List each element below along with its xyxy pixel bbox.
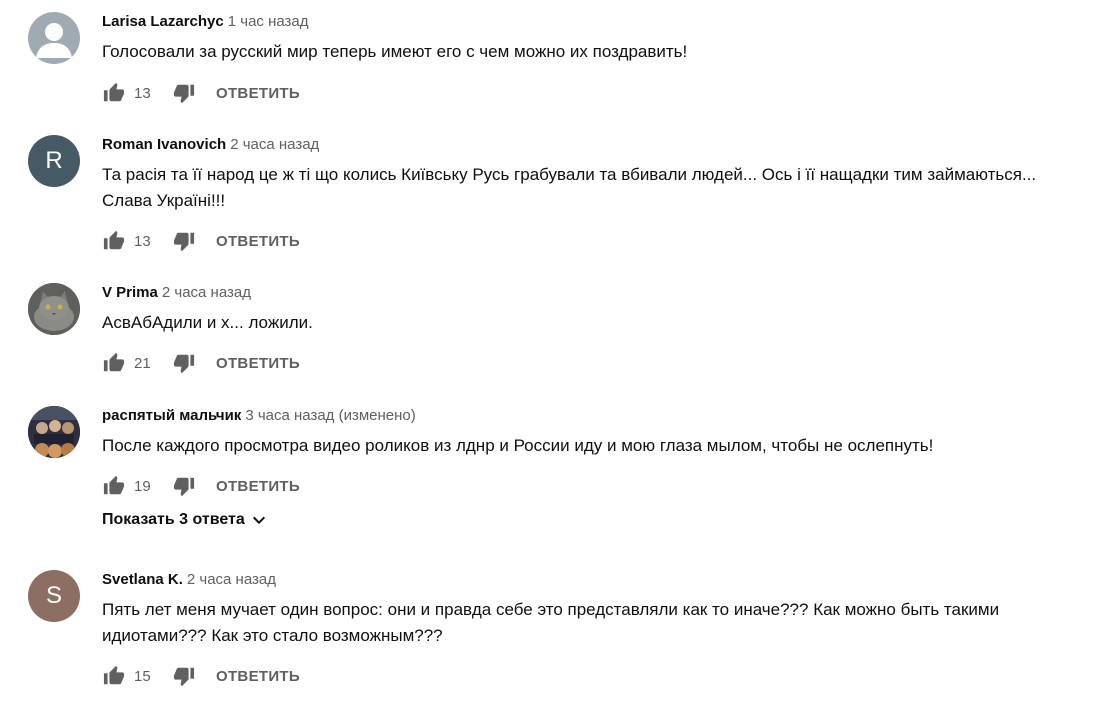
timestamp[interactable]: 2 часа назад [187, 571, 276, 588]
default-user-icon [36, 23, 72, 58]
author-name[interactable]: Roman Ivanovich [102, 136, 226, 153]
comment-header: распятый мальчик 3 часа назад (изменено) [102, 406, 1089, 426]
group-photo-icon [28, 406, 80, 458]
like-count: 15 [134, 667, 151, 685]
thumb-up-icon [103, 230, 125, 250]
avatar-letter: S [45, 582, 62, 609]
author-name[interactable]: Larisa Lazarchyc [102, 13, 224, 30]
thumb-up-icon [103, 475, 125, 495]
show-replies-button[interactable]: Показать 3 ответа [102, 511, 267, 529]
reply-button[interactable]: ОТВЕТИТЬ [216, 85, 300, 102]
comment-header: V Prima 2 часа назад [102, 283, 1089, 303]
thumb-up-icon [103, 665, 125, 685]
comment-actions: 19 ОТВЕТИТЬ [102, 474, 300, 498]
thumb-down-icon [173, 477, 195, 497]
thumb-up-icon [103, 352, 125, 372]
timestamp[interactable]: 3 часа назад (изменено) [245, 407, 415, 424]
avatar[interactable] [28, 12, 80, 64]
like-button[interactable] [102, 474, 126, 498]
dislike-button[interactable] [172, 229, 196, 253]
like-button[interactable] [102, 81, 126, 105]
author-name[interactable]: Svetlana K. [102, 571, 183, 588]
cat-photo-icon [28, 283, 80, 335]
avatar-letter: R [45, 147, 63, 174]
comment-text: Пять лет меня мучает один вопрос: они и … [102, 600, 1000, 645]
comment-actions: 21 ОТВЕТИТЬ [102, 351, 300, 375]
like-button[interactable] [102, 229, 126, 253]
comment-text: Голосовали за русский мир теперь имеют е… [102, 42, 688, 61]
like-count: 19 [134, 477, 151, 495]
comment-actions: 13 ОТВЕТИТЬ [102, 81, 300, 105]
like-count: 13 [134, 84, 151, 102]
comment-text: Та расія та її народ це ж ті що колись К… [102, 165, 1037, 210]
comment-actions: 13 ОТВЕТИТЬ [102, 229, 300, 253]
comment-actions: 15 ОТВЕТИТЬ [102, 664, 300, 688]
thumb-down-icon [173, 354, 195, 374]
avatar[interactable] [28, 406, 80, 458]
timestamp[interactable]: 1 час назад [228, 13, 309, 30]
avatar[interactable]: R [28, 135, 80, 187]
reply-button[interactable]: ОТВЕТИТЬ [216, 233, 300, 250]
thumb-up-icon [103, 82, 125, 102]
reply-button[interactable]: ОТВЕТИТЬ [216, 478, 300, 495]
author-name[interactable]: V Prima [102, 284, 158, 301]
chevron-down-icon [251, 512, 267, 528]
comment-text: АсвАбАдили и х... ложили. [102, 313, 313, 332]
author-name[interactable]: распятый мальчик [102, 407, 241, 424]
timestamp[interactable]: 2 часа назад [230, 136, 319, 153]
dislike-button[interactable] [172, 81, 196, 105]
reply-button[interactable]: ОТВЕТИТЬ [216, 355, 300, 372]
timestamp[interactable]: 2 часа назад [162, 284, 251, 301]
avatar[interactable] [28, 283, 80, 335]
like-button[interactable] [102, 351, 126, 375]
like-count: 21 [134, 354, 151, 372]
like-count: 13 [134, 232, 151, 250]
thumb-down-icon [173, 84, 195, 104]
thumb-down-icon [173, 232, 195, 252]
dislike-button[interactable] [172, 351, 196, 375]
dislike-button[interactable] [172, 664, 196, 688]
like-button[interactable] [102, 664, 126, 688]
comment-header: Larisa Lazarchyc 1 час назад [102, 12, 1089, 32]
reply-button[interactable]: ОТВЕТИТЬ [216, 668, 300, 685]
comment-text: После каждого просмотра видео роликов из… [102, 436, 934, 455]
thumb-down-icon [173, 667, 195, 687]
show-replies-label: Показать 3 ответа [102, 511, 245, 528]
dislike-button[interactable] [172, 474, 196, 498]
comment-header: Roman Ivanovich 2 часа назад [102, 135, 1089, 155]
comment-header: Svetlana K. 2 часа назад [102, 570, 1089, 590]
avatar[interactable]: S [28, 570, 80, 622]
